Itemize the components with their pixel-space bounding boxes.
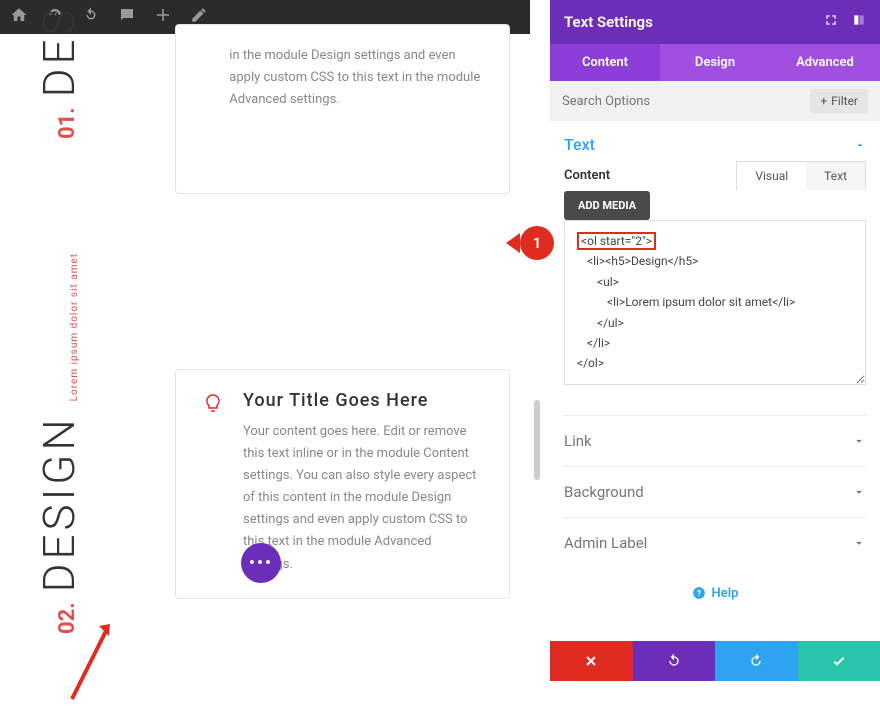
annotation-pointer-1: 1 xyxy=(520,226,554,260)
badge-word: DES xyxy=(40,5,80,97)
panel-tabs: Content Design Advanced xyxy=(550,44,880,81)
accordion-background[interactable]: Background xyxy=(564,466,866,517)
redo-button[interactable] xyxy=(715,641,798,681)
cancel-button[interactable] xyxy=(550,641,633,681)
badge-subtitle: Lorem ipsum dolor sit amet xyxy=(69,253,80,401)
card-title: Your Title Goes Here xyxy=(243,390,484,411)
tab-design[interactable]: Design xyxy=(660,44,770,81)
panel-title: Text Settings xyxy=(564,13,653,31)
editor-tab-visual[interactable]: Visual xyxy=(737,162,806,190)
page-preview: 01. DES Lorem i in the module Design set… xyxy=(0,34,530,681)
expand-icon[interactable] xyxy=(824,13,838,31)
undo-button[interactable] xyxy=(633,641,716,681)
code-editor[interactable]: <ol start="2"> <li><h5>Design</h5> <ul> … xyxy=(564,220,866,385)
lightbulb-icon xyxy=(201,392,225,416)
chevron-down-icon xyxy=(852,536,866,550)
content-card-2[interactable]: Your Title Goes Here Your content goes h… xyxy=(175,369,510,599)
section-text-toggle[interactable]: Text xyxy=(564,135,866,154)
chevron-down-icon xyxy=(852,434,866,448)
filter-button[interactable]: +Filter xyxy=(810,89,868,113)
accordion-link[interactable]: Link xyxy=(564,415,866,466)
search-input[interactable] xyxy=(562,94,810,109)
editor-mode-tabs: Visual Text xyxy=(736,161,866,190)
badge-word: DESIGN xyxy=(40,415,80,592)
help-link[interactable]: ? Help xyxy=(564,568,866,619)
highlighted-code: <ol start="2"> xyxy=(577,232,656,250)
svg-text:?: ? xyxy=(697,588,701,598)
tab-content[interactable]: Content xyxy=(550,44,660,81)
settings-panel: Text Settings Content Design Advanced +F… xyxy=(550,0,880,681)
card-text: in the module Design settings and even a… xyxy=(229,45,484,111)
badge-number: 01. xyxy=(55,107,80,139)
panel-body: Text Content ADD MEDIA Visual Text <ol s… xyxy=(550,121,880,641)
accordion-admin-label[interactable]: Admin Label xyxy=(564,517,866,568)
panel-footer xyxy=(550,641,880,681)
snap-icon[interactable] xyxy=(852,13,866,31)
add-media-button[interactable]: ADD MEDIA xyxy=(564,191,650,220)
chevron-down-icon xyxy=(852,485,866,499)
save-button[interactable] xyxy=(798,641,880,681)
home-icon[interactable] xyxy=(10,6,28,28)
search-bar: +Filter xyxy=(550,81,880,121)
pointer-number: 1 xyxy=(533,234,542,252)
plus-icon[interactable] xyxy=(154,6,172,28)
card-text: Your content goes here. Edit or remove t… xyxy=(243,421,484,576)
tab-advanced[interactable]: Advanced xyxy=(770,44,880,81)
resize-gutter[interactable] xyxy=(534,400,540,480)
editor-tab-text[interactable]: Text xyxy=(806,162,865,190)
annotation-arrow xyxy=(52,614,122,708)
help-icon: ? xyxy=(692,586,706,600)
number-badge-1: 01. DES Lorem i xyxy=(40,0,80,139)
chevron-up-icon xyxy=(854,139,866,151)
content-card-1: in the module Design settings and even a… xyxy=(175,24,510,194)
number-badge-2: 02. DESIGN Lorem ipsum dolor sit amet xyxy=(40,253,80,634)
module-options-button[interactable]: ••• xyxy=(241,543,281,583)
panel-header: Text Settings xyxy=(550,0,880,44)
comment-icon[interactable] xyxy=(118,6,136,28)
